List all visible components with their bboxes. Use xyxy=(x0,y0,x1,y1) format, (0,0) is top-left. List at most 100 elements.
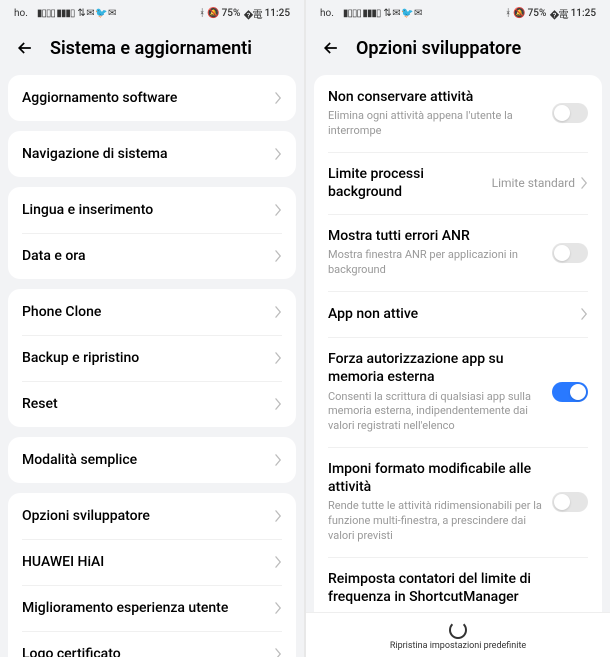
row-title: HUAWEI HiAI xyxy=(22,553,275,571)
settings-row[interactable]: Modalità semplice xyxy=(8,437,296,483)
bluetooth-icon: ᚼ xyxy=(505,8,510,19)
row-title: Non conservare attività xyxy=(328,88,544,106)
arrow-left-icon xyxy=(15,38,35,58)
settings-row[interactable]: Reimposta contatori del limite di freque… xyxy=(314,557,602,619)
row-main: Modalità semplice xyxy=(22,451,275,469)
row-subtitle: Consenti la scrittura di qualsiasi app s… xyxy=(328,390,544,435)
settings-row[interactable]: Backup e ripristino xyxy=(8,335,296,381)
row-main: Reimposta contatori del limite di freque… xyxy=(328,570,588,606)
sync-icons: ⇅ ✉ 🐦 ✉ xyxy=(383,8,421,19)
settings-row[interactable]: App non attive xyxy=(314,291,602,337)
chevron-right-icon xyxy=(275,454,282,466)
row-title: Modalità semplice xyxy=(22,451,275,469)
carrier-label: ho. xyxy=(320,8,334,19)
row-main: Phone Clone xyxy=(22,303,275,321)
signal-icon: ▮▯▯▯ ▮▮▮▯ xyxy=(343,8,381,19)
chevron-right-icon xyxy=(275,510,282,522)
settings-row[interactable]: Aggiornamento software xyxy=(8,75,296,121)
toggle-switch[interactable] xyxy=(552,103,588,123)
row-title: Reimposta contatori del limite di freque… xyxy=(328,570,588,606)
restore-bar[interactable]: Ripristina impostazioni predefinite xyxy=(306,612,610,657)
row-title: Logo certificato xyxy=(22,645,275,657)
row-title: App non attive xyxy=(328,305,581,323)
header: Sistema e aggiornamenti xyxy=(0,27,304,75)
settings-row[interactable]: Lingua e inserimento xyxy=(8,187,296,233)
row-title: Data e ora xyxy=(22,247,275,265)
settings-row[interactable]: Forza autorizzazione app su memoria este… xyxy=(314,337,602,447)
row-title: Limite processi background xyxy=(328,165,492,201)
settings-row[interactable]: Mostra tutti errori ANRMostra finestra A… xyxy=(314,214,602,291)
battery-percent: 75% xyxy=(528,8,547,19)
row-main: Backup e ripristino xyxy=(22,349,275,367)
arrow-left-icon xyxy=(321,38,341,58)
settings-list-left[interactable]: Aggiornamento software Navigazione di sis… xyxy=(0,75,304,657)
settings-row[interactable]: HUAWEI HiAI xyxy=(8,539,296,585)
battery-percent: 75% xyxy=(222,8,241,19)
chevron-right-icon xyxy=(275,204,282,216)
row-main: Reset xyxy=(22,395,275,413)
chevron-right-icon xyxy=(581,308,588,320)
settings-group: Modalità semplice xyxy=(8,437,296,483)
phone-left: ho. ▮▯▯▯ ▮▮▮▯ ⇅ ✉ 🐦 ✉ ᚼ 🔕 75% �電 11:25 S… xyxy=(0,0,304,657)
row-main: Non conservare attivitàElimina ogni atti… xyxy=(328,88,544,139)
chevron-right-icon xyxy=(275,648,282,657)
chevron-right-icon xyxy=(275,398,282,410)
settings-row[interactable]: Imponi formato modificabile alle attivit… xyxy=(314,447,602,557)
toggle-switch[interactable] xyxy=(552,243,588,263)
chevron-right-icon xyxy=(275,306,282,318)
settings-row[interactable]: Navigazione di sistema xyxy=(8,131,296,177)
settings-row[interactable]: Data e ora xyxy=(8,233,296,279)
row-main: App non attive xyxy=(328,305,581,323)
row-title: Reset xyxy=(22,395,275,413)
row-title: Lingua e inserimento xyxy=(22,201,275,219)
row-main: Logo certificato xyxy=(22,645,275,657)
settings-group: Phone Clone Backup e ripristino Reset xyxy=(8,289,296,427)
back-button[interactable] xyxy=(320,37,342,59)
row-value: Limite standard xyxy=(492,176,575,190)
row-main: Limite processi background xyxy=(328,165,492,201)
sync-icons: ⇅ ✉ 🐦 ✉ xyxy=(77,8,115,19)
settings-row[interactable]: Limite processi backgroundLimite standar… xyxy=(314,152,602,214)
chevron-right-icon xyxy=(275,148,282,160)
status-bar: ho. ▮▯▯▯ ▮▮▮▯ ⇅ ✉ 🐦 ✉ ᚼ 🔕 75% �電 11:25 xyxy=(0,0,304,27)
settings-group: Aggiornamento software xyxy=(8,75,296,121)
row-main: Navigazione di sistema xyxy=(22,145,275,163)
row-main: HUAWEI HiAI xyxy=(22,553,275,571)
settings-group: Non conservare attivitàElimina ogni atti… xyxy=(314,75,602,657)
back-button[interactable] xyxy=(14,37,36,59)
mute-icon: 🔕 xyxy=(207,8,218,19)
row-main: Data e ora xyxy=(22,247,275,265)
chevron-right-icon xyxy=(275,556,282,568)
settings-group: Navigazione di sistema xyxy=(8,131,296,177)
page-title: Sistema e aggiornamenti xyxy=(50,38,252,59)
settings-list-right[interactable]: Non conservare attivitàElimina ogni atti… xyxy=(306,75,610,657)
row-main: Forza autorizzazione app su memoria este… xyxy=(328,350,544,434)
battery-icon: �電 xyxy=(243,6,261,21)
row-title: Phone Clone xyxy=(22,303,275,321)
toggle-switch[interactable] xyxy=(552,382,588,402)
header: Opzioni sviluppatore xyxy=(306,27,610,75)
restore-label: Ripristina impostazioni predefinite xyxy=(306,641,610,651)
status-bar: ho. ▮▯▯▯ ▮▮▮▯ ⇅ ✉ 🐦 ✉ ᚼ 🔕 75% �電 11:25 xyxy=(306,0,610,27)
row-title: Backup e ripristino xyxy=(22,349,275,367)
row-main: Lingua e inserimento xyxy=(22,201,275,219)
battery-icon: �電 xyxy=(549,6,567,21)
row-main: Aggiornamento software xyxy=(22,89,275,107)
settings-row[interactable]: Miglioramento esperienza utente xyxy=(8,585,296,631)
carrier-label: ho. xyxy=(14,8,28,19)
settings-row[interactable]: Non conservare attivitàElimina ogni atti… xyxy=(314,75,602,152)
settings-row[interactable]: Logo certificato xyxy=(8,631,296,657)
settings-row[interactable]: Phone Clone xyxy=(8,289,296,335)
page-title: Opzioni sviluppatore xyxy=(356,38,521,59)
row-title: Forza autorizzazione app su memoria este… xyxy=(328,350,544,386)
settings-row[interactable]: Reset xyxy=(8,381,296,427)
settings-row[interactable]: Opzioni sviluppatore xyxy=(8,493,296,539)
chevron-right-icon xyxy=(275,602,282,614)
row-main: Mostra tutti errori ANRMostra finestra A… xyxy=(328,227,544,278)
row-main: Imponi formato modificabile alle attivit… xyxy=(328,460,544,544)
row-title: Miglioramento esperienza utente xyxy=(22,599,275,617)
mute-icon: 🔕 xyxy=(513,8,524,19)
bluetooth-icon: ᚼ xyxy=(199,8,204,19)
signal-icon: ▮▯▯▯ ▮▮▮▯ xyxy=(37,8,75,19)
toggle-switch[interactable] xyxy=(552,492,588,512)
